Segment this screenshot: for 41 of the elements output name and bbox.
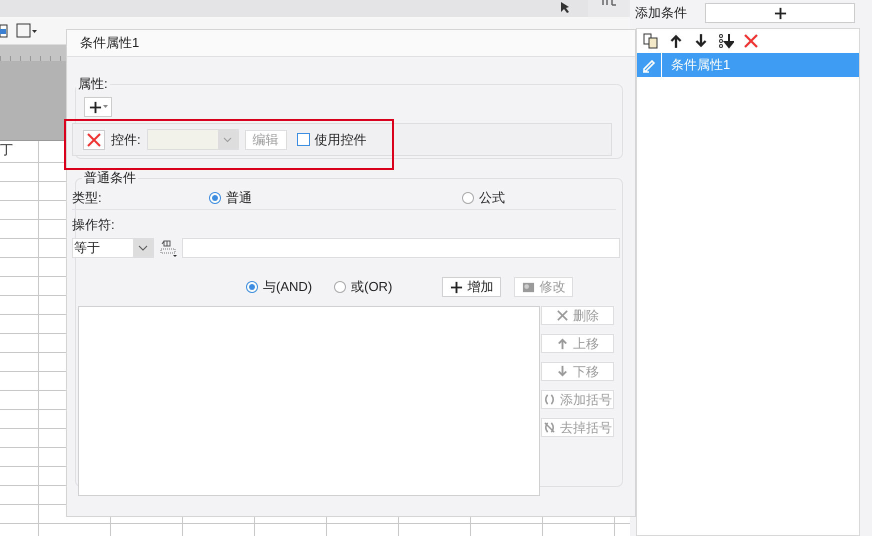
move-bottom-icon[interactable] xyxy=(718,33,734,49)
action-button[interactable]: 增加 xyxy=(442,277,502,297)
section-legend: 普通条件 xyxy=(82,169,138,187)
table-cell-text: 丁 xyxy=(0,141,14,159)
logic-radio[interactable]: 与(AND) xyxy=(246,278,312,296)
caret-icon xyxy=(102,105,108,109)
image-icon[interactable] xyxy=(0,24,8,38)
remove-button[interactable] xyxy=(83,130,105,150)
caret-icon xyxy=(223,136,232,142)
plus-icon xyxy=(88,100,102,114)
condition-item[interactable]: 条件属性1 xyxy=(637,53,859,77)
arrow-down-icon xyxy=(556,365,569,378)
value-type-icon[interactable] xyxy=(158,238,178,258)
value-input[interactable] xyxy=(182,238,620,258)
use-control-checkbox[interactable]: 使用控件 xyxy=(292,130,367,148)
type-label: 类型: xyxy=(72,189,103,207)
arrow-up-icon[interactable] xyxy=(668,33,684,49)
parentheses-icon xyxy=(543,421,556,434)
gear-icon xyxy=(522,280,536,294)
dialog-title: 条件属性1 xyxy=(67,30,635,57)
close-icon xyxy=(556,309,569,322)
delete-icon[interactable] xyxy=(743,33,759,49)
border-icon[interactable] xyxy=(16,22,38,38)
logic-radio[interactable]: 或(OR) xyxy=(334,278,392,296)
arrow-up-icon xyxy=(556,337,569,350)
section-legend: 属性: xyxy=(76,75,110,93)
plus-icon xyxy=(774,6,786,20)
add-menu-button[interactable] xyxy=(84,97,112,117)
arrow-down-icon[interactable] xyxy=(693,33,709,49)
caret-icon xyxy=(138,245,148,251)
parentheses-icon xyxy=(543,393,556,406)
copy-icon[interactable] xyxy=(643,33,659,49)
operator-label: 操作符: xyxy=(72,216,116,234)
plus-icon xyxy=(450,280,464,294)
type-radio[interactable]: 公式 xyxy=(462,189,505,207)
cursor-icon[interactable] xyxy=(560,1,572,13)
operator-dropdown[interactable]: 等于 xyxy=(72,238,154,258)
add-condition-label: 添加条件 xyxy=(635,4,687,22)
control-label: 控件: xyxy=(111,130,141,148)
type-radio[interactable]: 普通 xyxy=(209,189,252,207)
pencil-icon xyxy=(641,57,657,73)
